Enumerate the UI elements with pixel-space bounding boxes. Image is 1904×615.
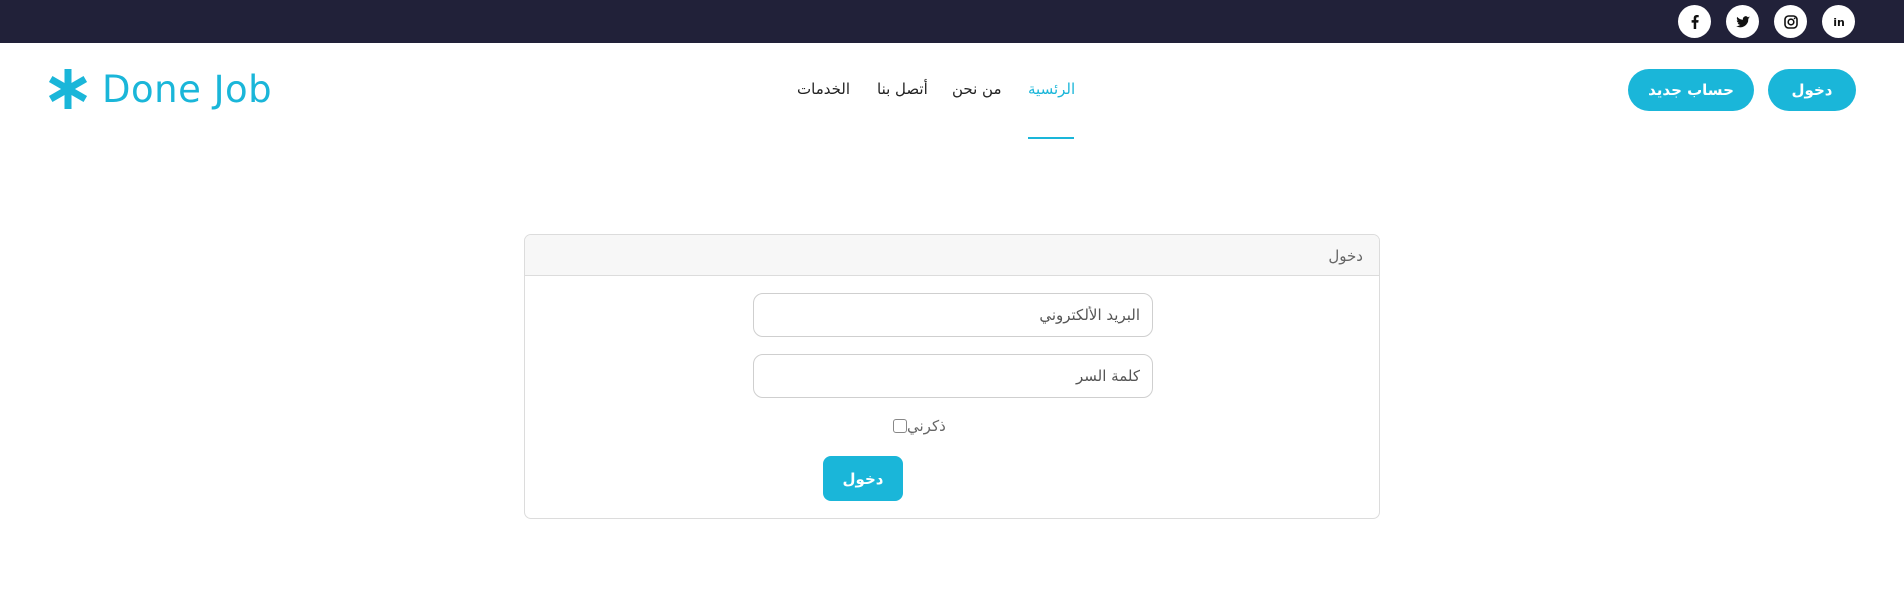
twitter-icon[interactable] — [1726, 5, 1759, 38]
brand-name: Done Job — [102, 67, 273, 111]
submit-login-button[interactable]: دخول — [823, 456, 903, 501]
remember-me-checkbox[interactable] — [893, 419, 907, 433]
nav-home[interactable]: الرئسية — [1028, 80, 1075, 98]
header: Done Job الرئسية من نحن أتصل بنا الخدمات… — [0, 43, 1904, 141]
register-button[interactable]: حساب جديد — [1628, 69, 1754, 111]
login-card: دخول ذكرني دخول — [524, 234, 1380, 519]
remember-me-label: ذكرني — [907, 417, 946, 435]
brand-logo[interactable]: Done Job — [46, 67, 272, 111]
login-button[interactable]: دخول — [1768, 69, 1856, 111]
nav-about[interactable]: من نحن — [952, 80, 1002, 98]
password-field[interactable] — [753, 354, 1153, 398]
nav-contact[interactable]: أتصل بنا — [877, 80, 928, 98]
login-card-header: دخول — [525, 235, 1379, 276]
svg-text:in: in — [1833, 16, 1845, 29]
login-card-title: دخول — [1328, 247, 1363, 265]
asterisk-logo-icon — [48, 69, 88, 109]
facebook-icon[interactable] — [1678, 5, 1711, 38]
nav-active-indicator — [1028, 137, 1074, 139]
nav-services[interactable]: الخدمات — [797, 80, 850, 98]
linkedin-icon[interactable]: in — [1822, 5, 1855, 38]
remember-me[interactable]: ذكرني — [893, 417, 954, 435]
email-field[interactable] — [753, 293, 1153, 337]
instagram-icon[interactable] — [1774, 5, 1807, 38]
top-bar: in — [0, 0, 1904, 43]
